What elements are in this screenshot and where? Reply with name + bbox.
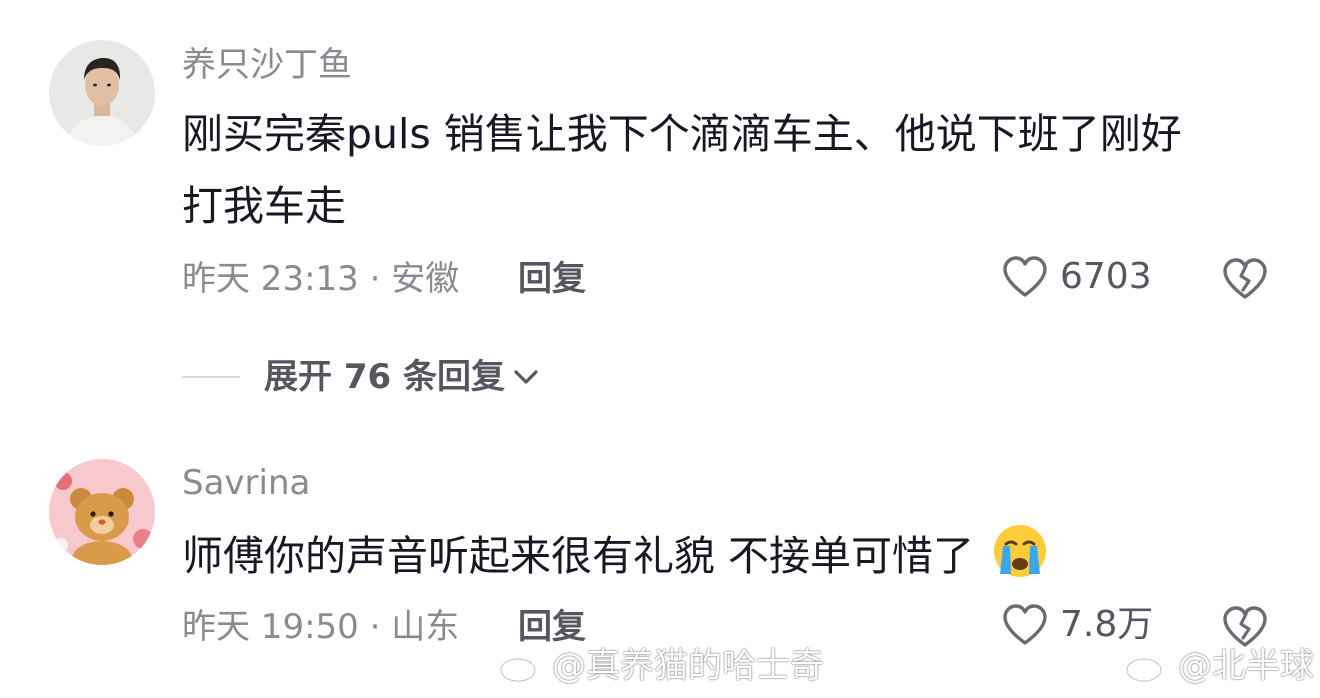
comment-text-content: 师傅你的声音听起来很有礼貌 不接单可惜了 [182, 532, 975, 580]
comment-username[interactable]: Savrina [182, 466, 310, 500]
expand-replies-button[interactable]: 展开 76 条回复 [182, 360, 541, 394]
comment-meta: 昨天 19:50 · 山东 [182, 607, 460, 647]
avatar[interactable] [49, 459, 155, 565]
avatar[interactable] [49, 40, 155, 146]
comment-text-line: 打我车走 [182, 182, 346, 230]
watermark-text: @北半球 [1178, 646, 1314, 686]
comment-username[interactable]: 养只沙丁鱼 [182, 48, 352, 82]
reply-button[interactable]: 回复 [518, 610, 586, 644]
broken-heart-icon [1223, 606, 1267, 647]
like-button[interactable]: 7.8万 [1002, 603, 1153, 647]
chevron-down-icon [514, 370, 538, 384]
heart-outline-icon [1003, 604, 1047, 645]
like-count: 6703 [1060, 256, 1152, 297]
watermark: @北半球 [1124, 648, 1314, 684]
expand-divider [182, 376, 240, 378]
comment-meta: 昨天 23:13 · 安徽 [182, 259, 460, 299]
user-avatar-photo [49, 40, 155, 146]
comment-list: 养只沙丁鱼 刚买完秦puls 销售让我下个滴滴车主、他说下班了刚好 打我车走 昨… [0, 0, 1320, 698]
watermark: @真养猫的哈士奇 [498, 648, 824, 684]
broken-heart-icon [1223, 258, 1267, 299]
user-avatar-bear [49, 459, 155, 565]
dislike-button[interactable] [1222, 257, 1268, 305]
comment-text: 师傅你的声音听起来很有礼貌 不接单可惜了 [182, 522, 1049, 586]
heart-outline-icon [1003, 256, 1047, 297]
comment-text-line: 刚买完秦puls 销售让我下个滴滴车主、他说下班了刚好 [182, 110, 1182, 158]
reply-button[interactable]: 回复 [518, 262, 586, 296]
expand-replies-label: 展开 76 条回复 [264, 357, 505, 397]
weibo-logo-icon [1125, 652, 1167, 683]
like-count: 7.8万 [1060, 604, 1154, 645]
weibo-logo-icon [499, 652, 541, 683]
crying-face-emoji [994, 525, 1047, 577]
watermark-text: @真养猫的哈士奇 [552, 646, 824, 686]
like-button[interactable]: 6703 [1002, 255, 1152, 299]
